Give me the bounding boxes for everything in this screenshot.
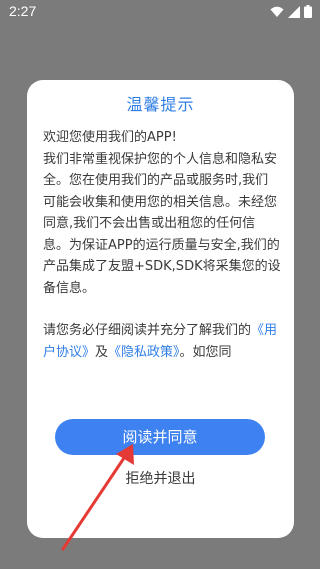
dialog-title: 温馨提示 — [126, 95, 195, 114]
read-notice-prefix: 请您务必仔细阅读并充分了解我们的 — [43, 323, 252, 338]
privacy-policy-link[interactable]: 《隐私政策》 — [108, 345, 180, 360]
read-notice: 请您务必仔细阅读并充分了解我们的《用户协议》及《隐私政策》。如您同 — [43, 320, 281, 363]
welcome-text: 欢迎您使用我们的APP! — [43, 130, 177, 145]
battery-icon — [304, 5, 312, 18]
status-icons — [270, 5, 312, 18]
read-notice-suffix: 。如您同 — [179, 344, 232, 360]
dialog-body: 欢迎您使用我们的APP! 我们非常重视保护您的个人信息和隐私安全。您在使用我们的… — [43, 127, 281, 363]
privacy-statement: 我们非常重视保护您的个人信息和隐私安全。您在使用我们的产品或服务时,我们可能会收… — [43, 151, 281, 296]
reject-exit-button[interactable]: 拒绝并退出 — [27, 468, 294, 488]
and-text: 及 — [95, 344, 109, 360]
agree-button[interactable]: 阅读并同意 — [55, 419, 265, 455]
status-bar: 2:27 — [0, 0, 320, 24]
signal-icon — [288, 5, 300, 18]
wifi-icon — [270, 6, 284, 17]
privacy-dialog: 温馨提示 欢迎您使用我们的APP! 我们非常重视保护您的个人信息和隐私安全。您在… — [27, 80, 294, 538]
status-time: 2:27 — [9, 3, 37, 19]
